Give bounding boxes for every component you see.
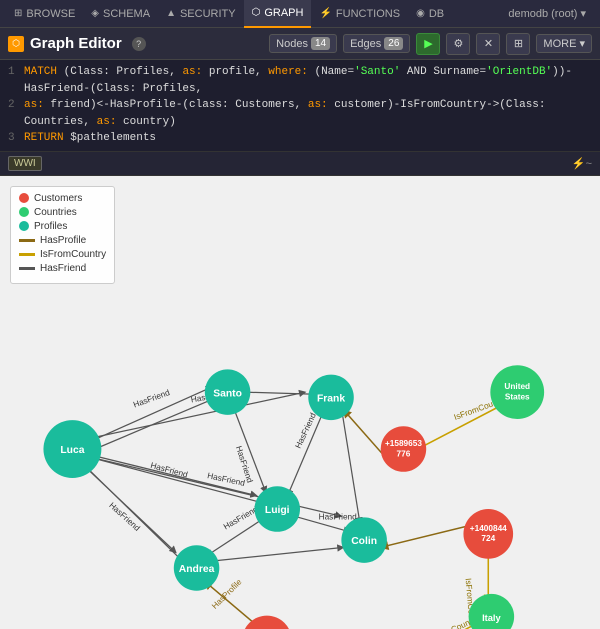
- edge-label: HasProfile: [210, 577, 244, 611]
- query-editor[interactable]: 1 MATCH (Class: Profiles, as: profile, w…: [0, 60, 600, 152]
- nav-security[interactable]: ▲ SECURITY: [158, 0, 244, 28]
- grid-button[interactable]: ⊞: [506, 33, 530, 55]
- edge-label: HasFriend: [222, 504, 260, 531]
- close-button[interactable]: ✕: [476, 33, 500, 55]
- hasfriend-line: [19, 267, 35, 270]
- node-andrea-label: Andrea: [179, 564, 215, 575]
- nodes-button[interactable]: Nodes 14: [269, 34, 337, 53]
- node-santo-label: Santo: [213, 388, 242, 399]
- edge-label: HasFriend: [149, 460, 189, 479]
- edge-label: HasFriend: [132, 387, 171, 409]
- nav-graph[interactable]: ⬡ GRAPH: [244, 0, 312, 28]
- legend-isfromcountry: IsFromCountry: [19, 249, 106, 260]
- sub-toolbar: WWI ⚡~: [0, 152, 600, 176]
- graph-canvas[interactable]: Customers Countries Profiles HasProfile …: [0, 176, 600, 629]
- main-toolbar: ⬡ Graph Editor ? Nodes 14 Edges 26 ▶ ⚙ ✕…: [0, 28, 600, 60]
- node-c3[interactable]: [242, 615, 292, 628]
- nav-browse[interactable]: ⊞ BROWSE: [6, 0, 83, 28]
- top-navigation: ⊞ BROWSE ◈ SCHEMA ▲ SECURITY ⬡ GRAPH ⚡ F…: [0, 0, 600, 28]
- browse-icon: ⊞: [14, 8, 22, 19]
- node-c2-label: +1400844: [470, 523, 507, 532]
- wwi-button[interactable]: WWI: [8, 156, 42, 171]
- security-icon: ▲: [166, 8, 176, 19]
- more-button[interactable]: MORE ▾: [536, 34, 592, 53]
- page-title: Graph Editor: [30, 35, 122, 52]
- edge-label: HasFriend: [319, 512, 358, 521]
- filter-icon[interactable]: ⚡~: [572, 157, 592, 170]
- hasprofile-line: [19, 239, 35, 242]
- nav-db[interactable]: ◉ DB: [408, 0, 452, 28]
- node-luca-label: Luca: [60, 445, 84, 456]
- legend-hasprofile: HasProfile: [19, 235, 106, 246]
- isfromcountry-line: [19, 253, 35, 256]
- help-button[interactable]: ?: [132, 37, 146, 51]
- db-icon: ◉: [416, 8, 425, 19]
- query-line-1: 1 MATCH (Class: Profiles, as: profile, w…: [8, 64, 592, 97]
- edge-label: HasFriend: [294, 411, 318, 450]
- edge-santo-luca: [90, 399, 212, 451]
- functions-icon: ⚡: [319, 8, 331, 19]
- edges-button[interactable]: Edges 26: [343, 34, 410, 53]
- legend-profiles: Profiles: [19, 221, 106, 232]
- legend-hasfriend: HasFriend: [19, 263, 106, 274]
- schema-icon: ◈: [91, 8, 99, 19]
- user-info[interactable]: demodb (root) ▾: [500, 7, 594, 20]
- node-c1-label: +1589653: [385, 438, 422, 447]
- graph-toolbar-icon: ⬡: [8, 36, 24, 52]
- nav-schema[interactable]: ◈ SCHEMA: [83, 0, 158, 28]
- play-button[interactable]: ▶: [416, 33, 440, 55]
- query-line-2: 2 as: friend)<-HasProfile-(class: Custom…: [8, 97, 592, 130]
- nav-functions[interactable]: ⚡ FUNCTIONS: [311, 0, 408, 28]
- node-colin-label: Colin: [351, 536, 377, 547]
- node-us-label2: States: [505, 392, 530, 401]
- edge-c2-colin: [381, 523, 478, 547]
- query-line-3: 3 RETURN $pathelements: [8, 130, 592, 147]
- nodes-count: 14: [311, 37, 330, 50]
- node-italy-label: Italy: [482, 612, 501, 622]
- settings-button[interactable]: ⚙: [446, 33, 470, 55]
- edge-andrea-luca: [86, 466, 181, 559]
- legend-countries: Countries: [19, 207, 106, 218]
- graph-legend: Customers Countries Profiles HasProfile …: [10, 186, 115, 284]
- edge-andrea-colin: [215, 547, 343, 560]
- edge-c1-frank: [343, 409, 382, 453]
- node-c2-label2: 724: [481, 534, 495, 543]
- edges-count: 26: [384, 37, 403, 50]
- profile-dot: [19, 221, 29, 231]
- node-italy[interactable]: [469, 593, 515, 628]
- customer-dot: [19, 193, 29, 203]
- graph-icon: ⬡: [252, 7, 261, 18]
- country-dot: [19, 207, 29, 217]
- legend-customers: Customers: [19, 193, 106, 204]
- node-luigi-label: Luigi: [265, 505, 290, 516]
- node-us-label: United: [504, 382, 530, 391]
- node-c1-label2: 776: [397, 449, 411, 458]
- node-frank-label: Frank: [317, 393, 345, 404]
